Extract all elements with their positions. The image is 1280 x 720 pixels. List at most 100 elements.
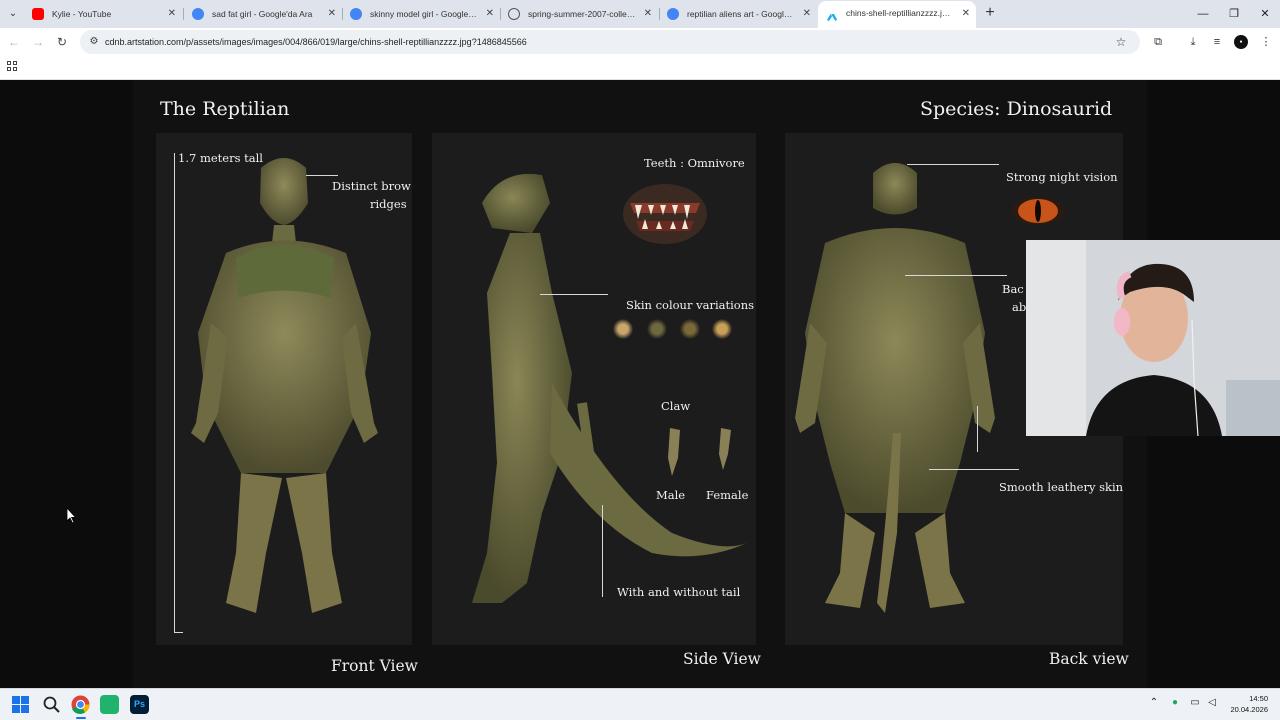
bookmarks-bar — [0, 56, 1280, 80]
tab-title: chins-shell-reptillianzzzz.jpg (1920×108… — [846, 8, 976, 18]
teeth-image — [623, 184, 707, 244]
tab-title: reptilian aliens art - Google'da Ara — [687, 9, 815, 19]
vision-pointer-line — [907, 164, 999, 165]
tab-youtube[interactable]: Kylie - YouTube ✕ — [24, 3, 182, 25]
chrome-icon[interactable] — [71, 695, 90, 714]
windows-start-icon[interactable] — [12, 696, 29, 713]
close-tab-icon[interactable]: ✕ — [328, 3, 336, 25]
new-tab-plus-icon[interactable]: + — [980, 4, 1000, 24]
tab-google-sad[interactable]: sad fat girl - Google'da Ara ✕ — [184, 3, 342, 25]
tab-title: spring-summer-2007-collection — [528, 9, 645, 19]
sheet-title: The Reptilian — [160, 98, 290, 120]
google-icon — [192, 8, 204, 20]
close-tab-icon[interactable]: ✕ — [644, 3, 652, 25]
profile-avatar-icon[interactable]: ● — [1234, 35, 1248, 49]
globe-icon — [508, 8, 520, 20]
male-claw-image — [668, 428, 680, 476]
character-sheet-image: The Reptilian Species: Dinosaurid 1.7 me… — [133, 80, 1147, 688]
image-viewport: The Reptilian Species: Dinosaurid 1.7 me… — [0, 80, 1280, 688]
menu-kebab-icon[interactable]: ⋮ — [1257, 33, 1275, 51]
bookmark-star-icon[interactable]: ☆ — [1112, 33, 1130, 51]
side-view-label: Side View — [683, 650, 761, 668]
female-claw-label: Female — [706, 488, 749, 502]
teeth-label: Teeth : Omnivore — [644, 156, 745, 170]
skin-pointer-line — [929, 469, 1019, 470]
skin-pointer-line — [540, 294, 608, 295]
close-tab-icon[interactable]: ✕ — [168, 3, 176, 25]
volume-icon[interactable]: ◁ — [1205, 697, 1219, 708]
brow-pointer-line — [306, 175, 338, 176]
tray-chevron-icon[interactable]: ⌃ — [1147, 697, 1161, 708]
side-view-panel: Teeth : Omnivore Skin colour variations … — [432, 133, 756, 645]
whatsapp-like-app-icon[interactable] — [100, 695, 119, 714]
skin-swatch-3 — [680, 319, 700, 339]
extensions-icon[interactable]: ⧉ — [1149, 33, 1167, 51]
reload-icon[interactable]: ↻ — [52, 32, 72, 52]
mouse-cursor-icon — [67, 508, 77, 524]
photoshop-icon[interactable]: Ps — [130, 695, 149, 714]
youtube-icon — [32, 8, 44, 20]
brow-label-line2: ridges — [370, 197, 407, 211]
close-window-icon[interactable]: ✕ — [1248, 0, 1280, 28]
network-icon[interactable]: ▭ — [1188, 697, 1202, 708]
address-bar[interactable]: ⚙ cdnb.artstation.com/p/assets/images/im… — [80, 30, 1140, 54]
height-label: 1.7 meters tall — [178, 151, 263, 165]
brow-label-line1: Distinct brow — [332, 179, 411, 193]
back-view-label: Back view — [1049, 650, 1129, 668]
skin-swatch-1 — [613, 319, 633, 339]
leathery-skin-label: Smooth leathery skin — [999, 480, 1124, 494]
google-icon — [350, 8, 362, 20]
microphone-icon[interactable]: ● — [1168, 697, 1182, 708]
webcam-person — [1026, 240, 1280, 436]
night-vision-label: Strong night vision — [1006, 170, 1118, 184]
system-clock[interactable]: 14:50 20.04.2026 — [1230, 693, 1268, 715]
windows-taskbar: Ps ⌃ ● ▭ ◁ 14:50 20.04.2026 — [0, 688, 1280, 720]
tail-pointer-line — [602, 505, 603, 597]
tab-title: sad fat girl - Google'da Ara — [212, 9, 313, 19]
tab-artstation-image[interactable]: chins-shell-reptillianzzzz.jpg (1920×108… — [818, 1, 976, 28]
close-tab-icon[interactable]: ✕ — [803, 3, 811, 25]
back-label-line1: Bac — [1002, 282, 1024, 296]
skin-swatch-4 — [712, 319, 732, 339]
male-claw-label: Male — [656, 488, 686, 502]
female-claw-image — [719, 428, 731, 470]
url-text[interactable]: cdnb.artstation.com/p/assets/images/imag… — [105, 30, 527, 54]
close-tab-icon[interactable]: ✕ — [486, 3, 494, 25]
apps-grid-icon[interactable] — [7, 61, 19, 73]
front-view-label: Front View — [331, 657, 418, 675]
tab-search-chevron-icon[interactable]: ⌄ — [4, 5, 22, 23]
site-info-icon[interactable]: ⚙ — [86, 34, 102, 50]
height-bar — [174, 153, 175, 633]
active-app-indicator — [76, 717, 86, 719]
minimize-icon[interactable]: — — [1186, 0, 1220, 28]
back-label-line2: ab — [1012, 300, 1027, 314]
skin-swatch-2 — [647, 319, 667, 339]
skin-vertical-line — [977, 406, 978, 452]
claw-label: Claw — [661, 399, 691, 413]
tab-title: skinny model girl - Google'da Ara — [370, 9, 495, 19]
tab-google-reptilian[interactable]: reptilian aliens art - Google'da Ara ✕ — [659, 3, 817, 25]
reading-list-icon[interactable]: ≡ — [1208, 33, 1226, 51]
tab-spring-summer[interactable]: spring-summer-2007-collection ✕ — [500, 3, 658, 25]
download-icon[interactable]: ⤓ — [1184, 33, 1202, 51]
back-arrow-icon[interactable]: ← — [4, 32, 24, 52]
height-bar-foot — [174, 632, 183, 633]
restore-icon[interactable]: ❐ — [1217, 0, 1251, 28]
tab-title: Kylie - YouTube — [52, 9, 112, 19]
google-icon — [667, 8, 679, 20]
forward-arrow-icon[interactable]: → — [28, 32, 48, 52]
clock-time: 14:50 — [1249, 694, 1268, 703]
browser-toolbar: ← → ↻ ⚙ cdnb.artstation.com/p/assets/ima… — [0, 28, 1280, 56]
clock-date: 20.04.2026 — [1230, 705, 1268, 714]
front-view-panel: 1.7 meters tall Distinct brow ridges — [156, 133, 412, 645]
species-title: Species: Dinosaurid — [920, 98, 1113, 120]
webcam-overlay — [1026, 240, 1280, 436]
close-tab-icon[interactable]: ✕ — [962, 1, 970, 26]
tail-label: With and without tail — [617, 585, 741, 599]
tab-google-skinny[interactable]: skinny model girl - Google'da Ara ✕ — [342, 3, 500, 25]
search-icon[interactable] — [43, 696, 60, 713]
tab-strip: ⌄ Kylie - YouTube ✕ sad fat girl - Googl… — [0, 0, 1280, 28]
back-pointer-line — [905, 275, 1007, 276]
reptile-eye-image — [1011, 197, 1065, 225]
artstation-icon — [826, 8, 838, 21]
